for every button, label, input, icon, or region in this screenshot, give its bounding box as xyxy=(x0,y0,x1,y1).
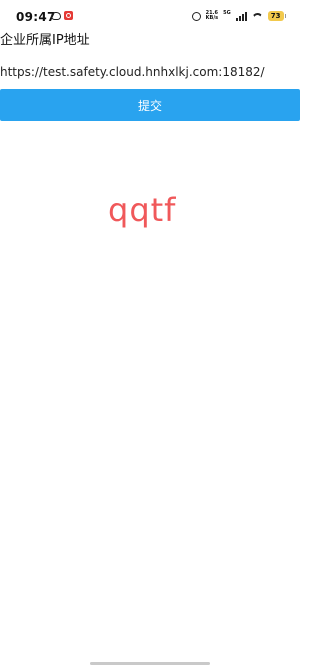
battery-level: 73 xyxy=(267,11,284,21)
battery-icon: 73 xyxy=(267,11,286,21)
notification-icons xyxy=(51,11,73,20)
status-bar: 09:47 21.6 KB/s 5G 73 xyxy=(0,0,300,28)
status-time: 09:47 xyxy=(16,10,56,24)
home-indicator[interactable] xyxy=(90,662,210,665)
app-screen: 09:47 21.6 KB/s 5G 73 企业所属IP地址 https://t… xyxy=(0,0,300,667)
signal-strength-icon xyxy=(235,11,247,21)
red-app-notification-icon xyxy=(64,11,73,20)
app-notification-icon xyxy=(51,11,61,20)
network-type: 5G xyxy=(223,10,231,16)
wifi-icon xyxy=(252,12,263,21)
captcha-text[interactable]: qqtf xyxy=(108,191,176,229)
network-speed: 21.6 KB/s xyxy=(206,11,219,21)
ip-address-input[interactable] xyxy=(0,62,298,82)
system-icons: 21.6 KB/s 5G 73 xyxy=(191,10,286,22)
submit-button[interactable]: 提交 xyxy=(0,89,300,121)
alarm-icon xyxy=(191,11,201,21)
network-speed-unit: KB/s xyxy=(205,15,219,21)
ip-address-label: 企业所属IP地址 xyxy=(0,33,90,48)
